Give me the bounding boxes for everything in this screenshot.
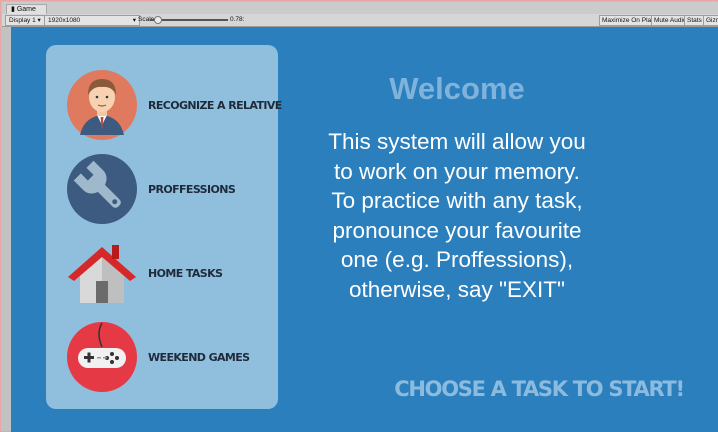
gamepad-icon — [67, 322, 137, 392]
tab-game-label: Game — [16, 6, 36, 13]
menu-item-recognize-relative[interactable]: RECOGNIZE A RELATIVE — [66, 69, 282, 149]
display-dropdown-label: Display 1 — [9, 17, 36, 24]
menu-item-home-tasks[interactable]: HOME TASKS — [66, 237, 276, 317]
game-icon: ▮ — [11, 6, 15, 13]
menu-item-proffessions[interactable]: PROFFESSIONS — [66, 153, 276, 233]
tab-bar: ▮ Game — [2, 2, 718, 15]
instructions-text: This system will allow you to work on yo… — [328, 129, 586, 302]
maximize-on-play-button[interactable]: Maximize On Play — [599, 15, 658, 26]
display-dropdown[interactable]: Display 1 ▾ — [5, 15, 45, 26]
scale-value: 0.78: — [230, 16, 245, 23]
menu-item-weekend-games[interactable]: WEEKEND GAMES — [66, 321, 276, 401]
house-icon — [68, 245, 136, 303]
menu-item-label: PROFFESSIONS — [148, 183, 236, 196]
stats-button[interactable]: Stats — [684, 15, 705, 26]
dropdown-arrow-icon: ▾ — [37, 17, 41, 24]
menu-item-label: HOME TASKS — [148, 267, 223, 280]
resolution-label: 1920x1080 — [48, 17, 81, 24]
game-toolbar: Display 1 ▾ 1920x1080 ▾ Scale 0.78: Maxi… — [2, 14, 718, 27]
wrench-icon — [67, 154, 137, 224]
welcome-heading: Welcome — [389, 71, 525, 106]
resolution-dropdown[interactable]: 1920x1080 ▾ — [44, 15, 140, 26]
menu-item-label: RECOGNIZE A RELATIVE — [148, 99, 282, 112]
game-window: ▮ Game Display 1 ▾ 1920x1080 ▾ Scale 0.7… — [0, 0, 718, 432]
task-menu-panel: RECOGNIZE A RELATIVE PROFFESSIONS HOME T… — [46, 45, 282, 409]
scale-slider-handle[interactable] — [154, 16, 162, 24]
game-view: RECOGNIZE A RELATIVE PROFFESSIONS HOME T… — [11, 27, 718, 432]
gizmos-button[interactable]: Gizmos — [703, 15, 718, 26]
menu-item-label: WEEKEND GAMES — [148, 351, 250, 364]
dropdown-arrow-icon: ▾ — [132, 17, 136, 24]
choose-task-prompt: CHOOSE A TASK TO START! — [394, 377, 685, 401]
person-icon — [67, 70, 137, 140]
